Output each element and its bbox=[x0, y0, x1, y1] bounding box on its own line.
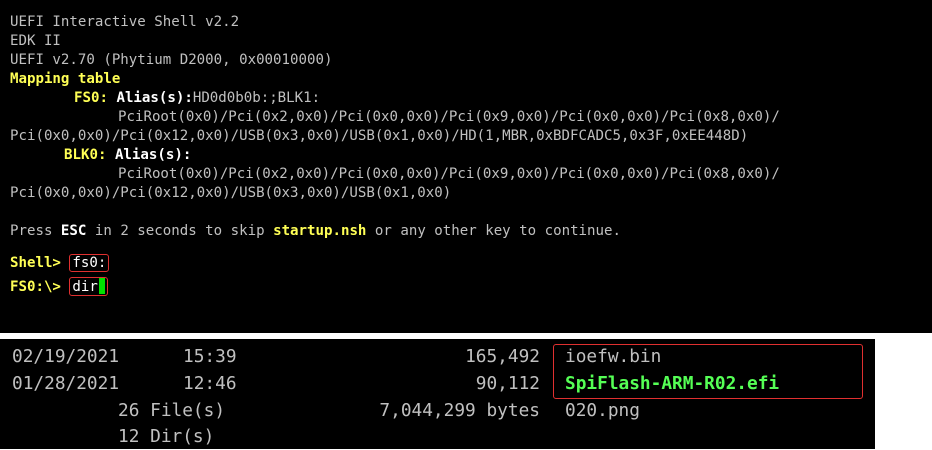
dir-command-text: dir bbox=[72, 279, 98, 295]
clipped-previous-line bbox=[0, 339, 875, 342]
press-middle: in 2 seconds to skip bbox=[86, 223, 274, 239]
blk0-device-name: BLK0: bbox=[64, 147, 107, 163]
press-esc-message: Press ESC in 2 seconds to skip startup.n… bbox=[10, 221, 621, 241]
row-date: 01/28/2021 bbox=[12, 373, 120, 394]
blk0-device-path-1: PciRoot(0x0)/Pci(0x2,0x0)/Pci(0x0,0x0)/P… bbox=[118, 166, 780, 182]
edk-line: EDK II bbox=[10, 33, 61, 49]
row-time: 15:39 bbox=[183, 346, 237, 367]
uefi-version-line: UEFI v2.70 (Phytium D2000, 0x00010000) bbox=[10, 52, 333, 68]
shell-title: UEFI Interactive Shell v2.2 bbox=[10, 14, 240, 30]
fs0-command: fs0: bbox=[69, 254, 110, 272]
fs0-device-path-1: PciRoot(0x0)/Pci(0x2,0x0)/Pci(0x0,0x0)/P… bbox=[118, 109, 780, 125]
total-bytes: 7,044,299 bytes bbox=[379, 400, 540, 421]
mapping-table-header: Mapping table bbox=[10, 71, 121, 87]
blk0-alias-label: Alias(s): bbox=[114, 147, 192, 163]
row-time: 12:46 bbox=[183, 373, 237, 394]
fs0-prompt: FS0:\> bbox=[10, 279, 61, 295]
shell-command-line-1: Shell> fs0: bbox=[10, 253, 110, 273]
dir-command-input[interactable]: dir bbox=[69, 277, 108, 296]
shell-command-line-2[interactable]: FS0:\> dir bbox=[10, 277, 108, 297]
uefi-shell-terminal[interactable]: UEFI Interactive Shell v2.2 EDK II UEFI … bbox=[0, 0, 932, 333]
text-cursor bbox=[98, 278, 105, 294]
shell-prompt: Shell> bbox=[10, 255, 61, 271]
row-date: 02/19/2021 bbox=[12, 346, 120, 367]
fs0-alias-value: HD0d0b0b:;BLK1: bbox=[192, 90, 321, 106]
press-prefix: Press bbox=[10, 223, 61, 239]
fs0-device-path-2: Pci(0x0,0x0)/Pci(0x12,0x0)/USB(0x3,0x0)/… bbox=[10, 128, 749, 144]
fs0-mapping-line: FS0: Alias(s):HD0d0b0b:;BLK1: bbox=[74, 88, 320, 108]
fs0-alias-label: Alias(s): bbox=[116, 90, 193, 106]
row-size: 165,492 bbox=[465, 346, 540, 367]
dir-listing-terminal: 02/19/2021 15:39 165,492 ioefw.bin 01/28… bbox=[0, 339, 875, 449]
file-name-ioefw: ioefw.bin bbox=[565, 346, 662, 367]
press-suffix: or any other key to continue. bbox=[366, 223, 621, 239]
row-size: 90,112 bbox=[475, 373, 540, 394]
file-name-spiflash: SpiFlash-ARM-R02.efi bbox=[565, 373, 780, 394]
esc-key-label: ESC bbox=[60, 223, 87, 239]
dir-count: 12 Dir(s) bbox=[118, 426, 215, 447]
fs0-device-name: FS0: bbox=[74, 90, 108, 106]
file-name-png: 020.png bbox=[565, 400, 640, 421]
blk0-device-path-2: Pci(0x0,0x0)/Pci(0x12,0x0)/USB(0x3,0x0)/… bbox=[10, 185, 452, 201]
blk0-mapping-line: BLK0: Alias(s): bbox=[64, 145, 191, 165]
file-count: 26 File(s) bbox=[118, 400, 226, 421]
startup-nsh-filename: startup.nsh bbox=[273, 223, 367, 239]
